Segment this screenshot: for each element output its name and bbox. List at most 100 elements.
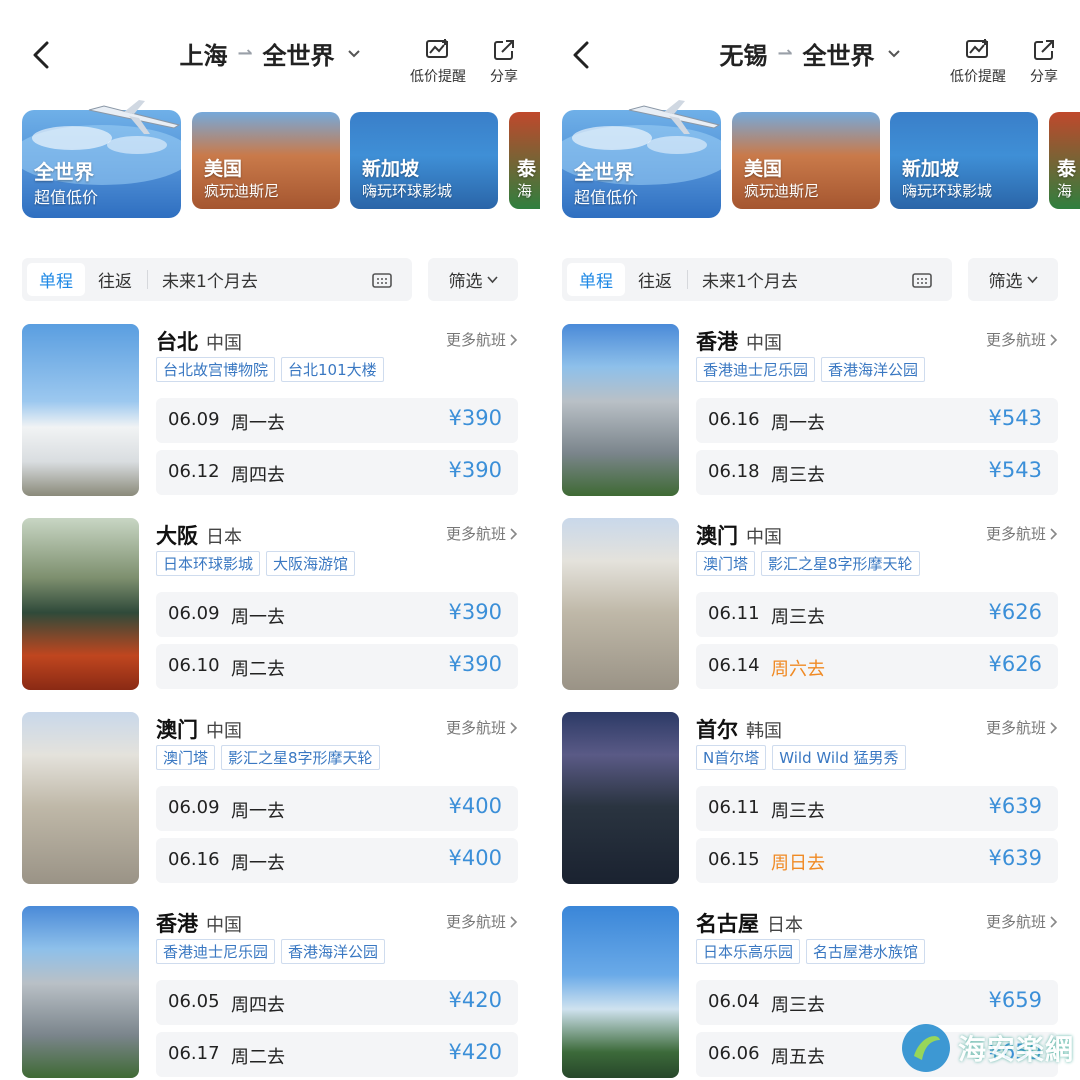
header: 无锡 ⇀ 全世界 低价提醒 分享 <box>540 0 1080 100</box>
country-name: 中国 <box>206 333 242 354</box>
country-name: 中国 <box>206 915 242 936</box>
attraction-tag[interactable]: 影汇之星8字形摩天轮 <box>221 745 380 770</box>
flight-option-row[interactable]: 06.09 周一去 ¥400 <box>156 786 518 831</box>
flight-option-row[interactable]: 06.11 周三去 ¥639 <box>696 786 1058 831</box>
destination-card[interactable]: 台北 中国 更多航班 台北故宫博物院 台北101大楼 06.09 周一去 ¥390 06.12 周… <box>22 324 518 496</box>
filter-button[interactable]: 筛选 <box>428 258 518 301</box>
calendar-icon[interactable] <box>372 271 392 289</box>
more-flights-link[interactable]: 更多航班 <box>986 717 1058 738</box>
attraction-tag[interactable]: 香港迪士尼乐园 <box>696 357 816 382</box>
more-flights-link[interactable]: 更多航班 <box>446 523 518 544</box>
share-label: 分享 <box>1030 69 1058 85</box>
destination-photo[interactable] <box>22 324 139 496</box>
flight-option-row[interactable]: 06.10 周二去 ¥390 <box>156 644 518 689</box>
attraction-tag[interactable]: 日本乐高乐园 <box>696 939 801 964</box>
tab-oneway[interactable]: 单程 <box>27 263 85 296</box>
destination-card[interactable]: 大阪 日本 更多航班 日本环球影城 大阪海游馆 06.09 周一去 ¥390 06.10 周二去 ¥… <box>22 518 518 690</box>
city-name: 香港 <box>156 912 198 936</box>
flight-price: ¥543 <box>988 406 1042 430</box>
more-flights-link[interactable]: 更多航班 <box>446 717 518 738</box>
banner-usa[interactable]: 美国 疯玩迪斯尼 <box>732 112 880 209</box>
destination-card[interactable]: 澳门 中国 更多航班 澳门塔 影汇之星8字形摩天轮 06.09 周一去 ¥400 06.16 周一… <box>22 712 518 884</box>
route-arrow-icon: ⇀ <box>777 43 793 64</box>
destination-photo[interactable] <box>562 518 679 690</box>
destination-city: 香港 中国 <box>696 326 782 356</box>
flight-date: 06.15 <box>708 849 760 870</box>
banner-singapore[interactable]: 新加坡 嗨玩环球影城 <box>350 112 498 209</box>
attraction-tag[interactable]: 香港迪士尼乐园 <box>156 939 276 964</box>
more-flights-link[interactable]: 更多航班 <box>986 523 1058 544</box>
destination-card[interactable]: 香港 中国 更多航班香港迪士尼乐园 香港海洋公园 06.16 周一去 ¥543 06.18 周三… <box>562 324 1058 496</box>
destination-card[interactable]: 澳门 中国 更多航班 澳门塔 影汇之星8字形摩天轮 06.11 周三去 ¥626 06.14 周六… <box>562 518 1058 690</box>
price-alert-button[interactable]: 低价提醒 <box>405 38 471 86</box>
attraction-tag[interactable]: 名古屋港水族馆 <box>806 939 926 964</box>
destination-card[interactable]: 首尔 韩国 更多航班 N首尔塔 Wild Wild 猛男秀 06.11 周三去 ¥639 06.… <box>562 712 1058 884</box>
price-alert-button[interactable]: 低价提醒 <box>945 38 1011 86</box>
price-chart-icon <box>966 39 988 58</box>
flight-option-row[interactable]: 06.15 周日去 ¥639 <box>696 838 1058 883</box>
banner-usa[interactable]: 美国 疯玩迪斯尼 <box>192 112 340 209</box>
flight-price: ¥390 <box>448 458 502 482</box>
tab-oneway[interactable]: 单程 <box>567 263 625 296</box>
destination-photo[interactable] <box>562 906 679 1078</box>
destination-photo[interactable] <box>22 712 139 884</box>
flight-option-row[interactable]: 06.12 周四去 ¥390 <box>156 450 518 495</box>
attraction-tag[interactable]: 香港海洋公园 <box>281 939 386 964</box>
destination-photo[interactable] <box>22 906 139 1078</box>
destination-photo[interactable] <box>562 712 679 884</box>
attraction-tag[interactable]: 日本环球影城 <box>156 551 261 576</box>
flight-date: 06.16 <box>708 409 760 430</box>
flight-option-row[interactable]: 06.09 周一去 ¥390 <box>156 592 518 637</box>
flight-option-row[interactable]: 06.17 周二去 ¥420 <box>156 1032 518 1077</box>
flight-date: 06.16 <box>168 849 220 870</box>
share-icon <box>1034 40 1054 60</box>
more-flights-link[interactable]: 更多航班 <box>986 329 1058 350</box>
tab-roundtrip[interactable]: 往返 <box>635 263 675 296</box>
price-alert-label: 低价提醒 <box>410 69 466 85</box>
city-name: 澳门 <box>696 524 738 548</box>
flight-option-row[interactable]: 06.09 周一去 ¥390 <box>156 398 518 443</box>
attraction-tag[interactable]: 影汇之星8字形摩天轮 <box>761 551 920 576</box>
flight-option-row[interactable]: 06.05 周四去 ¥420 <box>156 980 518 1025</box>
date-range-selector[interactable]: 未来1个月去 <box>162 263 258 296</box>
filter-button[interactable]: 筛选 <box>968 258 1058 301</box>
attraction-tag[interactable]: 台北故宫博物院 <box>156 357 276 382</box>
destination-photo[interactable] <box>562 324 679 496</box>
flight-price: ¥400 <box>448 846 502 870</box>
share-button[interactable]: 分享 <box>484 38 524 86</box>
flight-option-row[interactable]: 06.18 周三去 ¥543 <box>696 450 1058 495</box>
more-flights-link[interactable]: 更多航班 <box>446 329 518 350</box>
flight-option-row[interactable]: 06.16 周一去 ¥543 <box>696 398 1058 443</box>
flight-option-row[interactable]: 06.04 周三去 ¥659 <box>696 980 1058 1025</box>
flight-date: 06.18 <box>708 461 760 482</box>
attraction-tag[interactable]: 香港海洋公园 <box>821 357 926 382</box>
tab-roundtrip[interactable]: 往返 <box>95 263 135 296</box>
banner-thailand[interactable]: 泰 海 <box>509 112 540 209</box>
flight-option-row[interactable]: 06.14 周六去 ¥626 <box>696 644 1058 689</box>
attraction-tag[interactable]: 澳门塔 <box>156 745 216 770</box>
trip-filter-bar: 单程 往返 未来1个月去 <box>562 258 952 301</box>
flight-date: 06.09 <box>168 603 220 624</box>
banner-thailand[interactable]: 泰 海 <box>1049 112 1080 209</box>
destination-card[interactable]: 香港 中国 更多航班香港迪士尼乐园 香港海洋公园 06.05 周四去 ¥420 06.17 周二… <box>22 906 518 1078</box>
more-flights-link[interactable]: 更多航班 <box>446 911 518 932</box>
attraction-tag[interactable]: 台北101大楼 <box>281 357 384 382</box>
attraction-tag[interactable]: 大阪海游馆 <box>266 551 356 576</box>
destination-photo[interactable] <box>22 518 139 690</box>
attraction-tag[interactable]: 澳门塔 <box>696 551 756 576</box>
calendar-icon[interactable] <box>912 271 932 289</box>
flight-option-row[interactable]: 06.11 周三去 ¥626 <box>696 592 1058 637</box>
flight-option-row[interactable]: 06.16 周一去 ¥400 <box>156 838 518 883</box>
date-range-selector[interactable]: 未来1个月去 <box>702 263 798 296</box>
flight-price: ¥543 <box>988 458 1042 482</box>
flight-weekday: 周一去 <box>231 413 285 434</box>
more-flights-label: 更多航班 <box>445 719 506 737</box>
attraction-tag[interactable]: N首尔塔 <box>696 745 767 770</box>
attraction-tags: N首尔塔 Wild Wild 猛男秀 <box>696 745 906 770</box>
chevron-right-icon <box>510 527 518 540</box>
attraction-tag[interactable]: Wild Wild 猛男秀 <box>772 745 906 770</box>
banner-singapore[interactable]: 新加坡 嗨玩环球影城 <box>890 112 1038 209</box>
share-button[interactable]: 分享 <box>1024 38 1064 86</box>
destination-city: 香港 中国 <box>156 908 242 938</box>
more-flights-link[interactable]: 更多航班 <box>986 911 1058 932</box>
